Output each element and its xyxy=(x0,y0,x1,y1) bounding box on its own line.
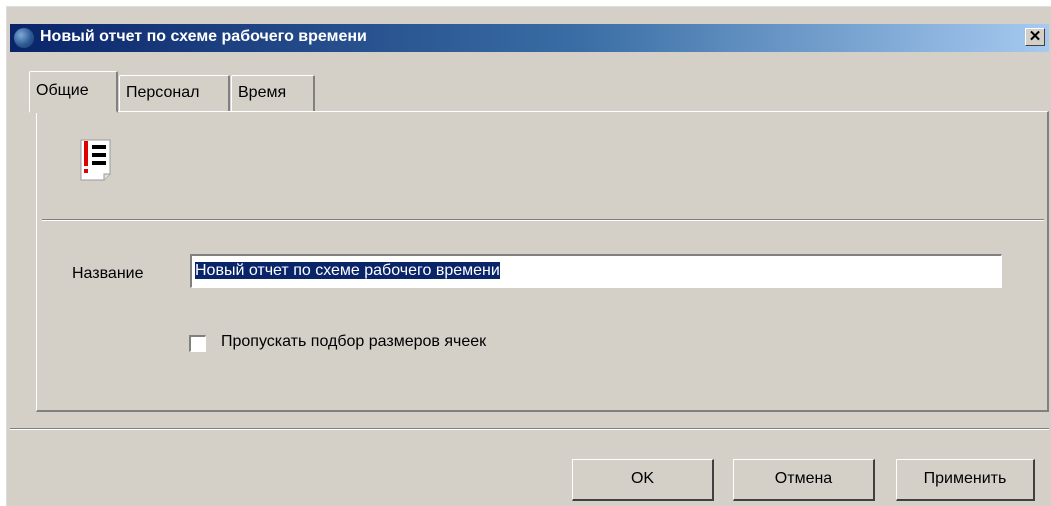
footer-divider xyxy=(10,428,1049,430)
close-button[interactable]: ✕ xyxy=(1025,28,1045,46)
tab-general[interactable]: Общие xyxy=(29,71,118,113)
panel-divider xyxy=(42,219,1044,221)
title-bar[interactable]: Новый отчет по схеме рабочего времени ✕ xyxy=(10,24,1049,52)
ok-button[interactable]: OK xyxy=(572,459,714,501)
name-input-value: Новый отчет по схеме рабочего времени xyxy=(195,262,500,279)
close-icon: ✕ xyxy=(1028,28,1042,45)
name-label: Название xyxy=(72,265,144,282)
apply-button[interactable]: Применить xyxy=(896,459,1035,501)
tab-personnel[interactable]: Персонал xyxy=(119,75,230,111)
skip-cell-sizing-checkbox[interactable] xyxy=(189,335,206,352)
skip-cell-sizing-label[interactable]: Пропускать подбор размеров ячеек xyxy=(221,333,486,351)
window-title: Новый отчет по схеме рабочего времени xyxy=(40,28,367,45)
report-list-icon xyxy=(80,139,111,181)
name-input[interactable]: Новый отчет по схеме рабочего времени xyxy=(190,254,1002,288)
tab-time-label: Время xyxy=(238,84,287,101)
tab-general-label: Общие xyxy=(36,82,89,99)
tab-panel-general: Название Новый отчет по схеме рабочего в… xyxy=(36,111,1049,412)
tab-time[interactable]: Время xyxy=(231,75,315,111)
dialog-window: Новый отчет по схеме рабочего времени ✕ … xyxy=(6,6,1051,506)
tab-personnel-label: Персонал xyxy=(126,84,200,101)
cancel-button[interactable]: Отмена xyxy=(733,459,875,501)
app-globe-icon xyxy=(14,28,34,48)
